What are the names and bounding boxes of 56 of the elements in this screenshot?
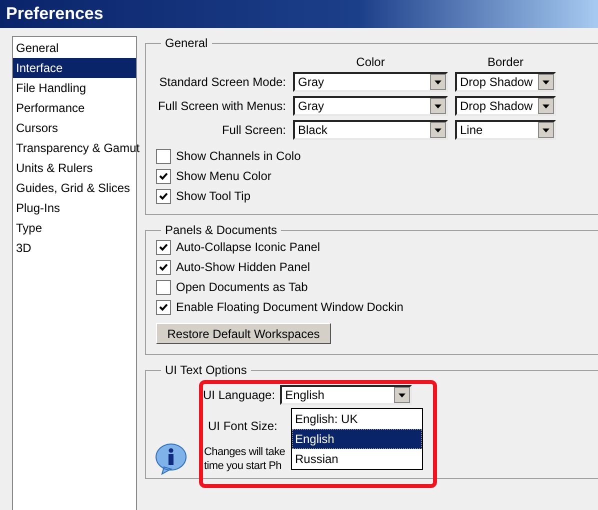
info-icon bbox=[154, 443, 188, 475]
restore-button[interactable]: Restore Default Workspaces bbox=[156, 323, 331, 344]
dropdown-option[interactable]: English bbox=[292, 429, 422, 449]
checkbox[interactable] bbox=[156, 188, 171, 204]
field-label: Standard Screen Mode: bbox=[158, 75, 286, 89]
category-item[interactable]: Type bbox=[13, 218, 136, 238]
note-text: time you start Ph bbox=[204, 459, 282, 473]
dropdown-option[interactable]: Russian bbox=[292, 449, 422, 469]
category-item[interactable]: Cursors bbox=[13, 118, 136, 138]
checkbox-label: Auto-Show Hidden Panel bbox=[176, 260, 310, 274]
checkbox-label: Open Documents as Tab bbox=[176, 280, 308, 294]
category-item[interactable]: Plug-Ins bbox=[13, 198, 136, 218]
caret-icon bbox=[430, 122, 446, 138]
column-header: Border bbox=[486, 55, 525, 69]
category-item[interactable]: Units & Rulers bbox=[13, 158, 136, 178]
field-label: UI Language: bbox=[203, 388, 276, 402]
dropdown[interactable]: Gray bbox=[293, 72, 448, 92]
group-title: UI Text Options bbox=[164, 363, 248, 377]
dropdown-option[interactable]: English: UK bbox=[292, 409, 422, 429]
field-label: Full Screen: bbox=[220, 123, 286, 137]
caret-icon bbox=[538, 98, 554, 114]
dropdown[interactable]: Line bbox=[455, 120, 556, 140]
caret-icon bbox=[430, 74, 446, 90]
caret-icon bbox=[538, 122, 554, 138]
checkbox[interactable] bbox=[156, 148, 171, 164]
dropdown[interactable]: Black bbox=[293, 120, 448, 140]
note-text: Changes will take bbox=[204, 445, 286, 459]
checkbox[interactable] bbox=[156, 280, 171, 294]
column-header: Color bbox=[355, 55, 386, 69]
group-title: General bbox=[164, 36, 209, 50]
caret-icon bbox=[430, 98, 446, 114]
caret-icon bbox=[538, 74, 554, 90]
category-item[interactable]: 3D bbox=[13, 238, 136, 258]
category-item[interactable]: Interface bbox=[13, 58, 136, 78]
dropdown[interactable]: Drop Shadow bbox=[455, 96, 556, 116]
caret-icon bbox=[394, 387, 410, 403]
category-item[interactable]: Performance bbox=[13, 98, 136, 118]
dropdown[interactable]: Gray bbox=[293, 96, 448, 116]
checkbox[interactable] bbox=[156, 240, 171, 254]
category-item[interactable]: Guides, Grid & Slices bbox=[13, 178, 136, 198]
checkbox-label: Auto-Collapse Iconic Panel bbox=[176, 240, 320, 254]
checkbox-label: Show Channels in Colo bbox=[176, 149, 301, 163]
checkbox-label: Enable Floating Document Window Dockin bbox=[176, 300, 404, 314]
category-item[interactable]: File Handling bbox=[13, 78, 136, 98]
window-title: Preferences bbox=[6, 4, 104, 24]
checkbox-label: Show Menu Color bbox=[176, 169, 272, 183]
dropdown[interactable]: Drop Shadow bbox=[455, 72, 556, 92]
dropdown[interactable]: English bbox=[280, 385, 412, 405]
checkbox[interactable] bbox=[156, 168, 171, 184]
field-label: UI Font Size: bbox=[208, 419, 278, 433]
group-title: Panels & Documents bbox=[164, 223, 278, 237]
checkbox-label: Show Tool Tip bbox=[176, 189, 250, 203]
field-label: Full Screen with Menus: bbox=[156, 99, 286, 113]
category-item[interactable]: General bbox=[13, 38, 136, 58]
checkbox[interactable] bbox=[156, 260, 171, 274]
checkbox[interactable] bbox=[156, 300, 171, 314]
